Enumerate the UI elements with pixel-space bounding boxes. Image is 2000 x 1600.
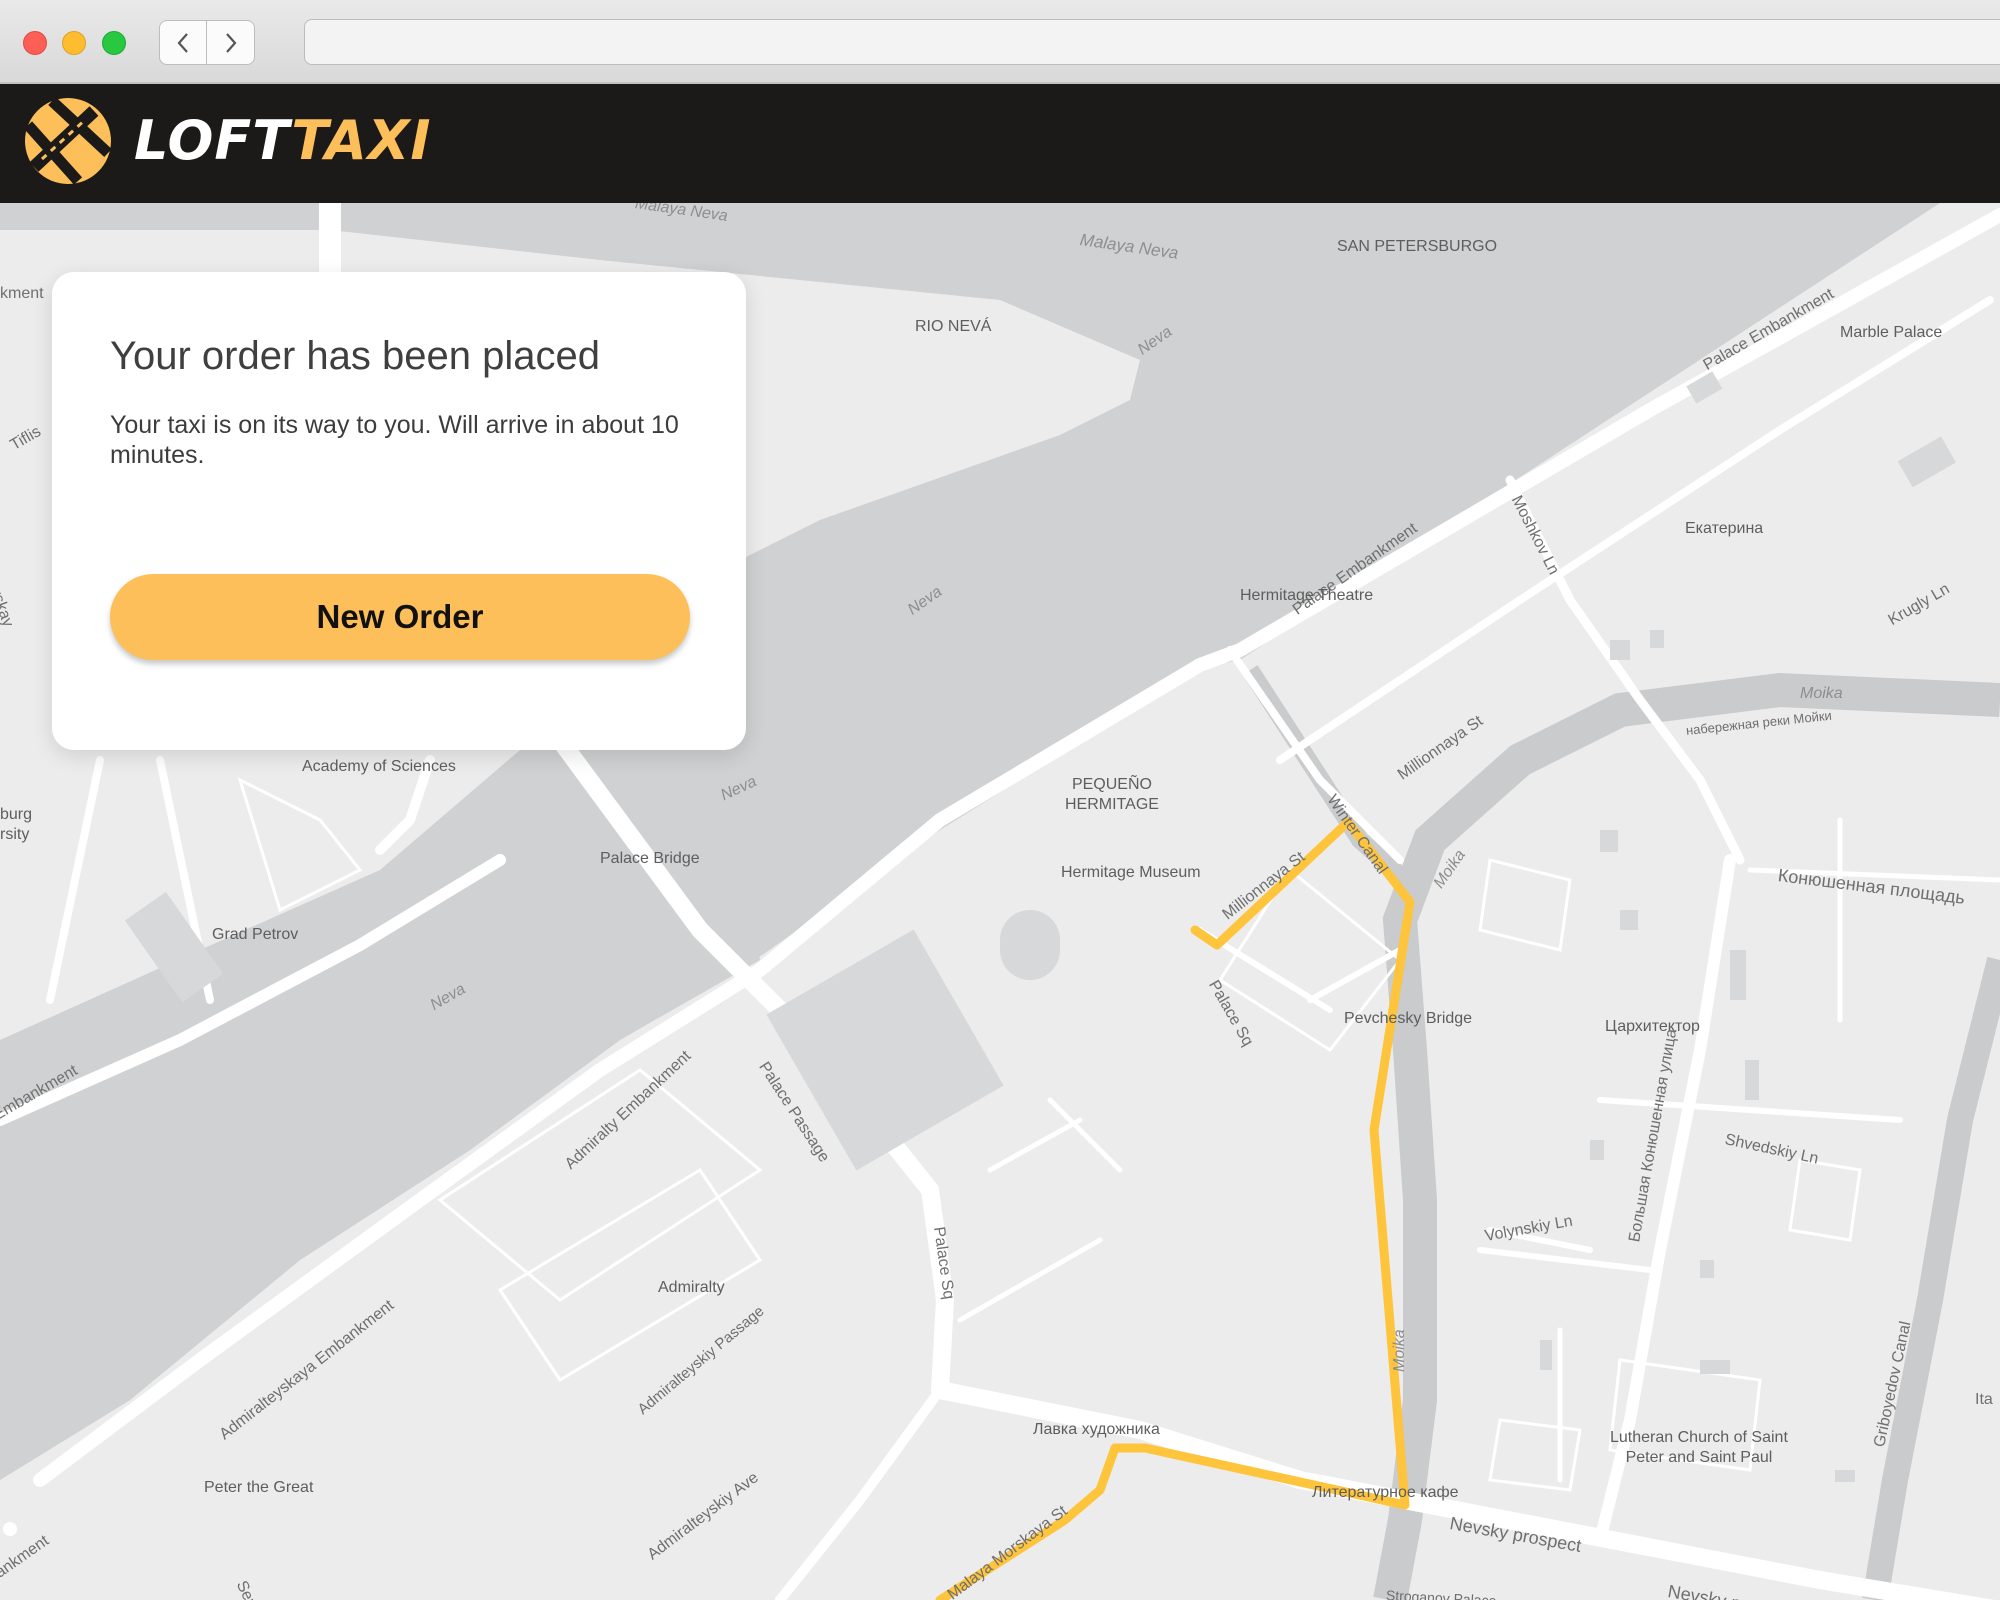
order-message: Your taxi is on its way to you. Will arr… xyxy=(110,411,679,469)
browser-toolbar xyxy=(0,0,2000,84)
maximize-window-button[interactable] xyxy=(102,31,126,55)
label-lutheran-church: Lutheran Church of Saint Peter and Saint… xyxy=(1610,1429,1788,1466)
label-embankment-top-left: kment xyxy=(0,285,44,302)
label-pevchesky-bridge: Pevchesky Bridge xyxy=(1344,1010,1473,1027)
label-pequeno-hermitage: PEQUEÑO HERMITAGE xyxy=(1065,776,1159,813)
brand-wordmark-part1: LOFT xyxy=(134,109,292,172)
label-academy-of-sciences: Academy of Sciences xyxy=(302,758,456,775)
label-admiralty: Admiralty xyxy=(658,1279,725,1296)
map-marker-dot xyxy=(3,1522,17,1536)
label-peter-the-great: Peter the Great xyxy=(204,1479,314,1496)
label-moika-1: Moika xyxy=(1800,685,1843,702)
address-bar[interactable] xyxy=(304,19,2000,65)
brand-wordmark-part2: TAXI xyxy=(291,109,432,172)
label-marble-palace: Marble Palace xyxy=(1840,324,1943,341)
label-lavka: Лавка художника xyxy=(1033,1421,1160,1438)
label-rio-neva: RIO NEVÁ xyxy=(915,318,992,335)
order-confirmation-card: Your order has been placed Your taxi is … xyxy=(52,272,746,750)
new-order-button[interactable]: New Order xyxy=(110,574,690,660)
minimize-window-button[interactable] xyxy=(62,31,86,55)
label-hermitage-theatre: Hermitage Theatre xyxy=(1240,587,1374,604)
close-window-button[interactable] xyxy=(23,31,47,55)
label-san-petersburgo: SAN PETERSBURGO xyxy=(1337,238,1498,255)
order-title: Your order has been placed xyxy=(110,334,600,378)
label-palace-bridge: Palace Bridge xyxy=(600,850,700,867)
label-ita: Ita xyxy=(1975,1391,1993,1408)
label-literary-cafe: Литературное кафе xyxy=(1312,1484,1459,1501)
chevron-right-icon xyxy=(225,32,236,53)
label-ekaterina: Екатерина xyxy=(1685,520,1764,537)
chevron-left-icon xyxy=(177,32,188,53)
taxi-road-logo-icon[interactable] xyxy=(22,95,114,187)
label-tsarkhitektor: Цархитектор xyxy=(1605,1018,1700,1035)
label-hermitage-museum: Hermitage Museum xyxy=(1061,864,1201,881)
label-burg-university: burg rsity xyxy=(0,806,33,843)
label-moika-3: Moika xyxy=(1391,1329,1408,1372)
app-header: LOFTTAXI xyxy=(0,84,2000,203)
label-grad-petrov: Grad Petrov xyxy=(212,926,299,943)
forward-button[interactable] xyxy=(207,20,255,65)
back-button[interactable] xyxy=(159,20,207,65)
brand-wordmark: LOFTTAXI xyxy=(134,106,432,176)
